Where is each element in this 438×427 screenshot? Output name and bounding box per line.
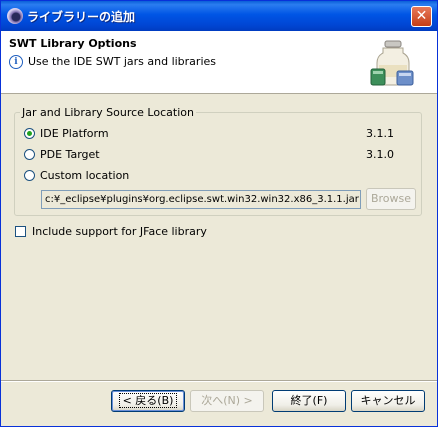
cancel-button-label: キャンセル [360,394,416,407]
eclipse-icon [7,8,23,24]
version-pde-target: 3.1.0 [366,148,394,161]
version-ide-platform: 3.1.1 [366,127,394,140]
title-bar[interactable]: ライブラリーの追加 ✕ [1,1,437,31]
radio-ide-platform[interactable]: IDE Platform [24,126,109,140]
window-title: ライブラリーの追加 [27,10,136,24]
radio-button[interactable] [24,148,35,160]
next-button-label: 次へ(N) > [201,394,253,407]
browse-button[interactable]: Browse [366,188,416,210]
dialog-window: ライブラリーの追加 ✕ SWT Library Options i Use th… [0,0,438,427]
info-icon: i [9,55,23,69]
jface-support-checkbox-row[interactable]: Include support for JFace library [15,225,207,238]
radio-custom-location[interactable]: Custom location [24,168,129,182]
radio-label-pde-target: PDE Target [40,147,100,161]
close-icon: ✕ [415,8,428,24]
group-legend: Jar and Library Source Location [22,106,194,119]
radio-button-selected[interactable] [24,127,35,139]
radio-label-ide-platform: IDE Platform [40,126,109,140]
jface-support-checkbox[interactable] [15,226,26,237]
back-button-label: < 戻る(B) [118,393,178,408]
page-title: SWT Library Options [9,37,137,50]
page-description: Use the IDE SWT jars and libraries [28,55,217,68]
back-button[interactable]: < 戻る(B) [111,390,185,412]
custom-location-path-field[interactable]: c:¥_eclipse¥plugins¥org.eclipse.swt.win3… [41,190,361,209]
radio-label-custom-location: Custom location [40,168,130,182]
jface-support-label: Include support for JFace library [32,225,207,238]
cancel-button[interactable]: キャンセル [351,390,425,412]
close-button[interactable]: ✕ [411,6,432,27]
button-bar-separator [1,380,437,382]
radio-button[interactable] [24,169,35,181]
next-button[interactable]: 次へ(N) > [190,390,264,412]
jar-library-icon [370,40,414,86]
radio-pde-target[interactable]: PDE Target [24,147,100,161]
wizard-header: SWT Library Options i Use the IDE SWT ja… [1,31,437,94]
finish-button-label: 終了(F) [290,394,328,407]
finish-button[interactable]: 終了(F) [272,390,346,412]
